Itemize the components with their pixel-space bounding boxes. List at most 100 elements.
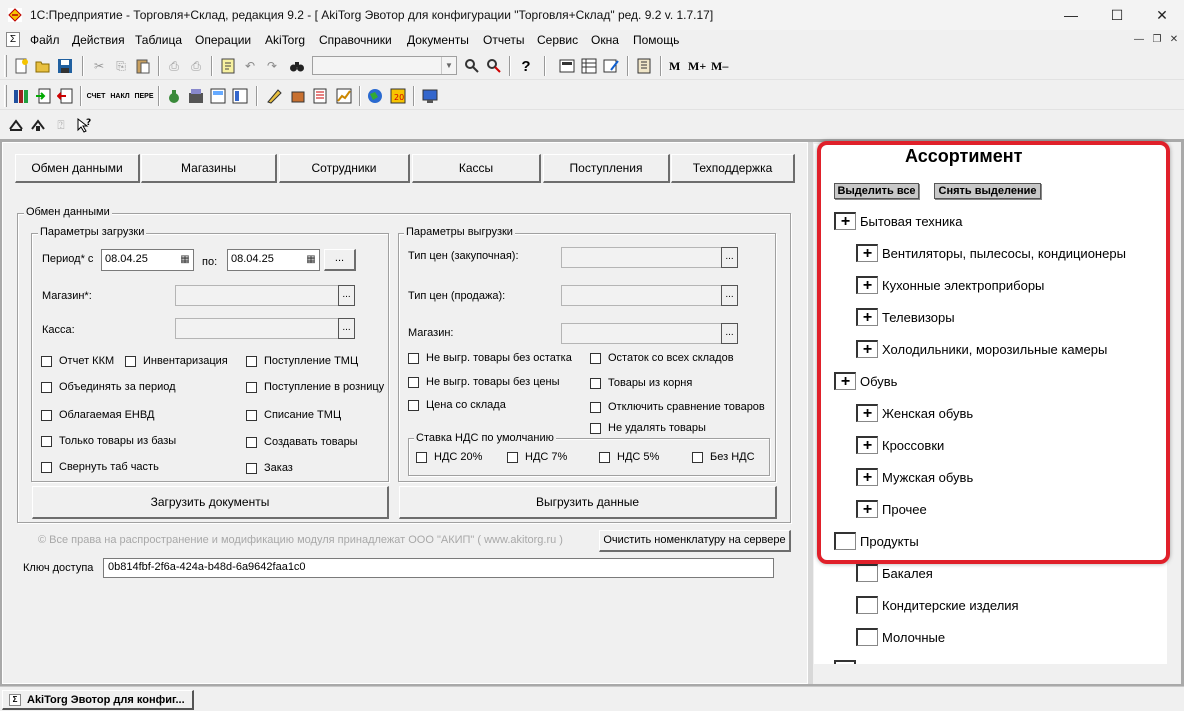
access-key-field[interactable]: 0b814fbf-2f6a-424a-b48d-6a9642faa1c0 bbox=[103, 558, 774, 578]
memory-button[interactable]: M bbox=[669, 59, 680, 74]
mdi-restore-icon[interactable]: ❐ bbox=[1150, 33, 1164, 46]
checkbox-vat-5[interactable]: НДС 5% bbox=[599, 451, 659, 463]
checkbox-envd[interactable]: Облагаемая ЕНВД bbox=[41, 409, 154, 421]
checkbox-order[interactable]: Заказ bbox=[246, 462, 293, 474]
find-next-icon[interactable] bbox=[484, 56, 504, 76]
menu-actions[interactable]: Действия bbox=[72, 33, 125, 47]
list-icon[interactable] bbox=[310, 86, 330, 106]
tab-cash-registers[interactable]: Кассы bbox=[412, 154, 541, 183]
find-icon[interactable] bbox=[462, 56, 482, 76]
period-select-button[interactable]: ... bbox=[324, 249, 356, 271]
ledger-icon[interactable] bbox=[208, 86, 228, 106]
checkbox-no-vat[interactable]: Без НДС bbox=[692, 451, 755, 463]
checkbox-box[interactable] bbox=[856, 628, 878, 646]
globe-icon[interactable] bbox=[365, 86, 385, 106]
mdi-close-icon[interactable]: ✕ bbox=[1167, 33, 1181, 46]
tab-employees[interactable]: Сотрудники bbox=[279, 154, 410, 183]
checkbox-box[interactable] bbox=[246, 381, 257, 393]
checkbox-box[interactable] bbox=[246, 436, 257, 448]
menu-service[interactable]: Сервис bbox=[537, 33, 578, 47]
price-buy-field[interactable]: ... bbox=[561, 247, 738, 268]
help-icon[interactable]: ? bbox=[516, 56, 536, 76]
monitor-icon[interactable] bbox=[420, 86, 440, 106]
checkbox-price-from-warehouse[interactable]: Цена со склада bbox=[408, 399, 506, 411]
calendar-icon[interactable]: ▦ bbox=[304, 252, 318, 268]
menu-references[interactable]: Справочники bbox=[319, 33, 392, 47]
pencil-icon[interactable] bbox=[264, 86, 284, 106]
checkbox-box[interactable] bbox=[507, 451, 518, 463]
checkbox-vat-7[interactable]: НДС 7% bbox=[507, 451, 567, 463]
taskbar-item-akitorg[interactable]: Σ AkiTorg Эвотор для конфиг... bbox=[2, 690, 194, 710]
checkbox-vat-20[interactable]: НДС 20% bbox=[416, 451, 482, 463]
transfer-icon[interactable]: ПЕРЕ bbox=[134, 86, 154, 106]
checkbox-no-zero-price[interactable]: Не выгр. товары без цены bbox=[408, 376, 560, 388]
checkbox-stock-all-warehouses[interactable]: Остаток со всех складов bbox=[590, 352, 734, 364]
price-sell-field[interactable]: ... bbox=[561, 285, 738, 306]
unload-shop-field[interactable]: ... bbox=[561, 323, 738, 344]
checkbox-box[interactable] bbox=[590, 377, 601, 389]
checkbox-box[interactable] bbox=[599, 451, 610, 463]
close-button[interactable]: ✕ bbox=[1139, 0, 1184, 30]
clear-nomenclature-button[interactable]: Очистить номенклатуру на сервере bbox=[599, 530, 791, 552]
save-icon[interactable] bbox=[55, 56, 75, 76]
system-menu-icon[interactable]: Σ bbox=[6, 32, 20, 47]
menu-file[interactable]: Файл bbox=[30, 33, 60, 47]
checkbox-box[interactable] bbox=[41, 381, 52, 393]
checkbox-inventory[interactable]: Инвентаризация bbox=[125, 355, 228, 367]
date-to-field[interactable]: 08.04.25 ▦ bbox=[227, 249, 320, 271]
tab-shops[interactable]: Магазины bbox=[141, 154, 277, 183]
text-editor-icon[interactable] bbox=[601, 56, 621, 76]
money-bag-icon[interactable] bbox=[164, 86, 184, 106]
tree-item-dairy[interactable]: Молочные bbox=[856, 628, 945, 646]
report-icon[interactable] bbox=[230, 86, 250, 106]
tab-receipts[interactable]: Поступления bbox=[543, 154, 670, 183]
mdi-minimize-icon[interactable]: — bbox=[1132, 33, 1146, 46]
menu-table[interactable]: Таблица bbox=[135, 33, 182, 47]
disabled-help-icon[interactable]: ⍰ bbox=[51, 115, 71, 135]
checkbox-box[interactable] bbox=[41, 435, 52, 447]
shop-field[interactable]: ... bbox=[175, 285, 355, 306]
select-dots-button[interactable]: ... bbox=[721, 323, 738, 344]
date-from-field[interactable]: 08.04.25 ▦ bbox=[101, 249, 194, 271]
print-preview-icon[interactable]: ⎙ bbox=[186, 56, 206, 76]
checkbox-box[interactable] bbox=[856, 564, 878, 582]
redo-icon[interactable]: ↷ bbox=[262, 56, 282, 76]
checkbox-kkm-report[interactable]: Отчет ККМ bbox=[41, 355, 114, 367]
checkbox-box[interactable] bbox=[246, 409, 257, 421]
tree-item-grocery[interactable]: Бакалея bbox=[856, 564, 933, 582]
calendar-20-icon[interactable]: 20 bbox=[388, 86, 408, 106]
checkbox-box[interactable] bbox=[41, 355, 52, 367]
memory-plus-button[interactable]: M+ bbox=[688, 59, 706, 74]
checkbox-box[interactable] bbox=[41, 409, 52, 421]
menu-documents[interactable]: Документы bbox=[407, 33, 469, 47]
checkbox-box[interactable] bbox=[590, 422, 601, 434]
select-dots-button[interactable]: ... bbox=[721, 285, 738, 306]
checkbox-disable-compare[interactable]: Отключить сравнение товаров bbox=[590, 401, 765, 413]
checkbox-receipt-tmc[interactable]: Поступление ТМЦ bbox=[246, 355, 358, 367]
tree-item-confectionery[interactable]: Кондитерские изделия bbox=[856, 596, 1019, 614]
spreadsheet-icon[interactable] bbox=[579, 56, 599, 76]
load-documents-button[interactable]: Загрузить документы bbox=[32, 486, 389, 519]
cash-register-icon[interactable] bbox=[186, 86, 206, 106]
undo-icon[interactable]: ↶ bbox=[240, 56, 260, 76]
checkbox-box[interactable] bbox=[856, 596, 878, 614]
menu-akitorg[interactable]: AkiTorg bbox=[265, 33, 305, 47]
checkbox-no-delete-goods[interactable]: Не удалять товары bbox=[590, 422, 706, 434]
checkbox-writeoff-tmc[interactable]: Списание ТМЦ bbox=[246, 409, 341, 421]
checkbox-box[interactable] bbox=[246, 355, 257, 367]
import-icon[interactable] bbox=[33, 86, 53, 106]
checkbox-box[interactable] bbox=[125, 355, 136, 367]
cascade-windows-icon[interactable] bbox=[6, 115, 26, 135]
search-combobox[interactable]: ▼ bbox=[312, 56, 457, 75]
tile-windows-icon[interactable] bbox=[28, 115, 48, 135]
checkbox-merge-period[interactable]: Объединять за период bbox=[41, 381, 176, 393]
checkbox-box[interactable] bbox=[41, 461, 52, 473]
open-folder-icon[interactable] bbox=[33, 56, 53, 76]
select-dots-button[interactable]: ... bbox=[721, 247, 738, 268]
context-help-icon[interactable]: ? bbox=[74, 115, 94, 135]
select-dots-button[interactable]: ... bbox=[338, 318, 355, 339]
chart-icon[interactable] bbox=[334, 86, 354, 106]
calculator-icon[interactable] bbox=[557, 56, 577, 76]
new-document-icon[interactable] bbox=[11, 56, 31, 76]
waybill-icon[interactable]: НАКЛ bbox=[110, 86, 130, 106]
